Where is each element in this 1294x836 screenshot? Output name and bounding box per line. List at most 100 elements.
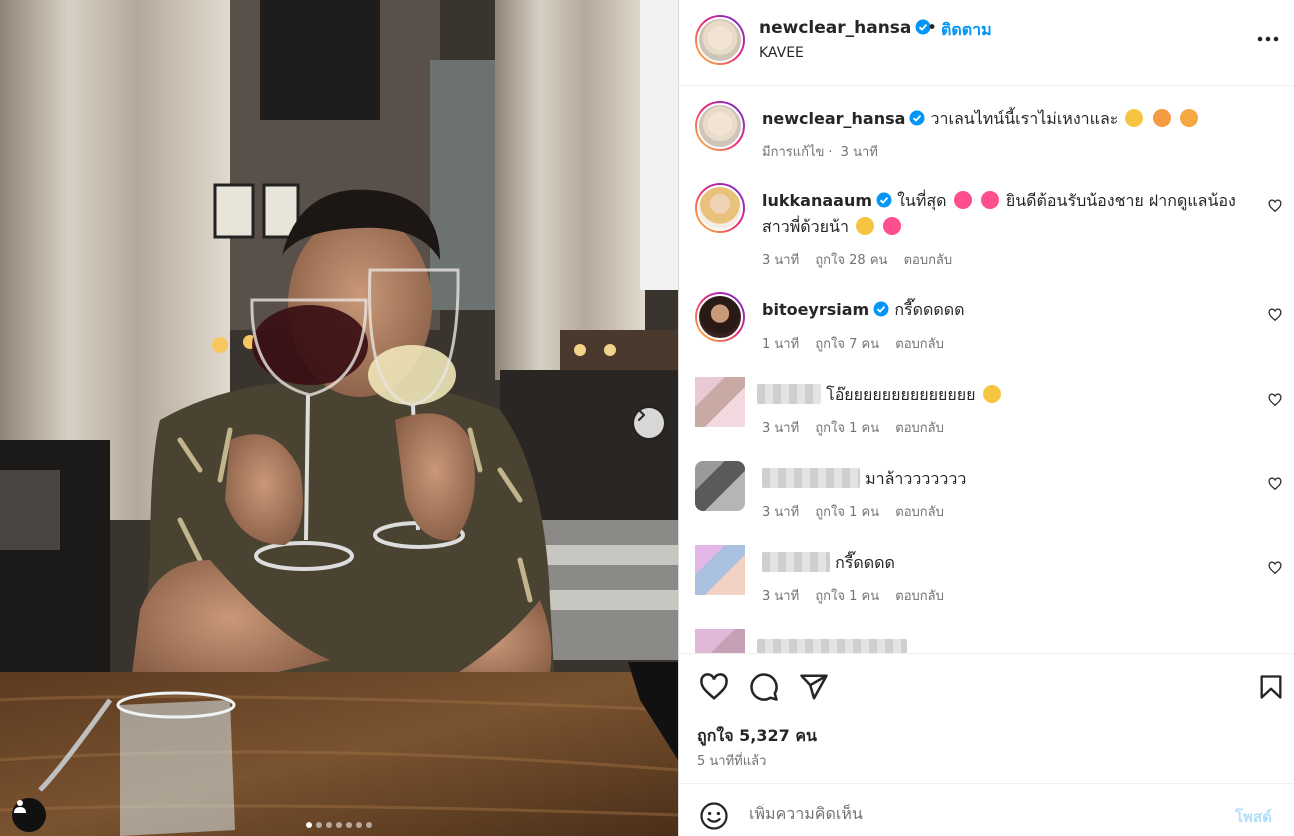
bookmark-icon[interactable] — [1257, 672, 1285, 702]
comment-text-line: กรี๊ดดดด — [762, 550, 1242, 576]
carousel-dot — [326, 822, 332, 828]
blurred-avatar — [695, 377, 745, 427]
caption-time: 3 นาที — [840, 145, 878, 160]
post-header: newclear_hansa • ติดตาม KAVEE — [679, 0, 1294, 86]
heart-icon[interactable] — [699, 672, 729, 702]
verified-badge-icon — [876, 192, 892, 208]
add-comment-bar: โพสต์ — [679, 783, 1294, 836]
commenter-username[interactable]: lukkanaaum — [762, 191, 872, 210]
comment-text-line: โอ๊ยยยยยยยยยยยยยย — [757, 382, 1237, 408]
caption-meta: มีการแก้ไข · 3 นาที — [762, 145, 878, 160]
comment-like-heart-icon[interactable] — [1268, 561, 1282, 575]
emoji-pleading-icon — [1125, 109, 1144, 127]
author-avatar[interactable] — [695, 15, 745, 65]
carousel-dot — [316, 822, 322, 828]
emoji-heart-eyes-icon — [982, 385, 1001, 403]
likes-count[interactable]: ถูกใจ 5,327 คน — [697, 724, 817, 749]
blurred-avatar — [695, 461, 745, 511]
post-side-panel: newclear_hansa • ติดตาม KAVEE newclear_h… — [678, 0, 1294, 836]
share-icon[interactable] — [799, 672, 829, 702]
caption-text-line: newclear_hansa วาเลนไทน์นี้เราไม่เหงาและ — [762, 106, 1242, 132]
comment-text-line: bitoeyrsiam กรี๊ดดดดด — [762, 297, 1242, 323]
post-location[interactable]: KAVEE — [759, 45, 804, 61]
post-photo[interactable] — [0, 0, 678, 836]
carousel-dot — [356, 822, 362, 828]
comment-time: 3 นาที — [762, 589, 800, 604]
comment-like-heart-icon[interactable] — [1268, 477, 1282, 491]
emoji-smile-icon[interactable] — [699, 801, 729, 831]
blurred-username — [757, 384, 821, 404]
comment-likes[interactable]: ถูกใจ 1 คน — [815, 589, 879, 604]
comment-meta: 3 นาที ถูกใจ 1 คน ตอบกลับ — [762, 501, 956, 522]
separator-dot: • — [927, 18, 938, 38]
follow-button[interactable]: ติดตาม — [941, 18, 992, 43]
comment-text: กรี๊ดดดดด — [894, 300, 965, 319]
comment-time: 1 นาที — [762, 337, 800, 352]
post-timestamp[interactable]: 5 นาทีที่แล้ว — [697, 750, 766, 771]
blurred-username — [762, 552, 830, 572]
chevron-right-icon — [638, 409, 645, 421]
comment-likes[interactable]: ถูกใจ 1 คน — [815, 421, 879, 436]
comment-input[interactable] — [749, 804, 1209, 823]
author-username[interactable]: newclear_hansa — [759, 18, 931, 38]
comment-time: 3 นาที — [762, 253, 800, 268]
user-tag-icon — [14, 800, 26, 813]
comment-text-line — [757, 637, 1237, 653]
comment-like-heart-icon[interactable] — [1268, 393, 1282, 407]
comment-like-heart-icon[interactable] — [1268, 199, 1282, 213]
emoji-smile-blush-icon — [856, 217, 875, 235]
caption-edited: มีการแก้ไข — [762, 145, 825, 160]
author-username-text[interactable]: newclear_hansa — [759, 18, 911, 38]
next-photo-button[interactable] — [634, 408, 664, 438]
emoji-heart-icon — [953, 191, 972, 209]
carousel-indicator — [0, 822, 678, 828]
carousel-dot — [366, 822, 372, 828]
emoji-tongue-icon — [1179, 109, 1198, 127]
reply-button[interactable]: ตอบกลับ — [895, 337, 944, 352]
comment-time: 3 นาที — [762, 505, 800, 520]
comment-meta: 1 นาที ถูกใจ 7 คน ตอบกลับ — [762, 333, 956, 354]
comment-text: ในที่สุด — [897, 191, 947, 210]
photo-illustration — [0, 0, 678, 836]
verified-badge-icon — [909, 110, 925, 126]
comment-text: กรี๊ดดดด — [835, 553, 895, 572]
verified-badge-icon — [873, 301, 889, 317]
emoji-hot-face-icon — [1152, 109, 1171, 127]
carousel-dot — [306, 822, 312, 828]
comment-text: มาล้าววววววว — [865, 469, 967, 488]
more-options-icon[interactable] — [1257, 36, 1279, 42]
comments-list[interactable]: newclear_hansa วาเลนไทน์นี้เราไม่เหงาและ… — [679, 87, 1294, 653]
caption-avatar[interactable] — [695, 101, 745, 151]
emoji-heart-icon — [883, 217, 902, 235]
post-actions: ถูกใจ 5,327 คน 5 นาทีที่แล้ว — [679, 653, 1294, 783]
carousel-dot — [336, 822, 342, 828]
comment-meta: 3 นาที ถูกใจ 1 คน ตอบกลับ — [762, 417, 956, 438]
comment-text-line: มาล้าววววววว — [762, 466, 1242, 492]
caption-username[interactable]: newclear_hansa — [762, 109, 905, 128]
comment-like-heart-icon[interactable] — [1268, 308, 1282, 322]
reply-button[interactable]: ตอบกลับ — [895, 505, 944, 520]
comment-text: ยินดีต้อนรับน้องชาย ฝากดูแลน้อง — [1005, 191, 1236, 210]
comment-meta: 3 นาที ถูกใจ 1 คน ตอบกลับ — [762, 585, 956, 606]
comment-likes[interactable]: ถูกใจ 1 คน — [815, 505, 879, 520]
reply-button[interactable]: ตอบกลับ — [895, 421, 944, 436]
commenter-avatar[interactable] — [695, 292, 745, 342]
comment-text: สาวพี่ด้วยน้า — [762, 217, 849, 236]
caption-text: วาเลนไทน์นี้เราไม่เหงาและ — [930, 109, 1119, 128]
reply-button[interactable]: ตอบกลับ — [904, 253, 953, 268]
reply-button[interactable]: ตอบกลับ — [895, 589, 944, 604]
carousel-dot — [346, 822, 352, 828]
comment-time: 3 นาที — [762, 421, 800, 436]
emoji-heart-icon — [980, 191, 999, 209]
comment-text: โอ๊ยยยยยยยยยยยยยย — [826, 385, 976, 404]
commenter-avatar[interactable] — [695, 183, 745, 233]
comment-meta: 3 นาที ถูกใจ 28 คน ตอบกลับ — [762, 249, 964, 270]
blurred-username — [762, 468, 860, 488]
comment-icon[interactable] — [749, 672, 779, 702]
comment-likes[interactable]: ถูกใจ 7 คน — [815, 337, 879, 352]
blurred-avatar — [695, 545, 745, 595]
blurred-text — [757, 639, 907, 653]
post-comment-button[interactable]: โพสต์ — [1235, 805, 1272, 829]
comment-likes[interactable]: ถูกใจ 28 คน — [815, 253, 887, 268]
commenter-username[interactable]: bitoeyrsiam — [762, 300, 869, 319]
